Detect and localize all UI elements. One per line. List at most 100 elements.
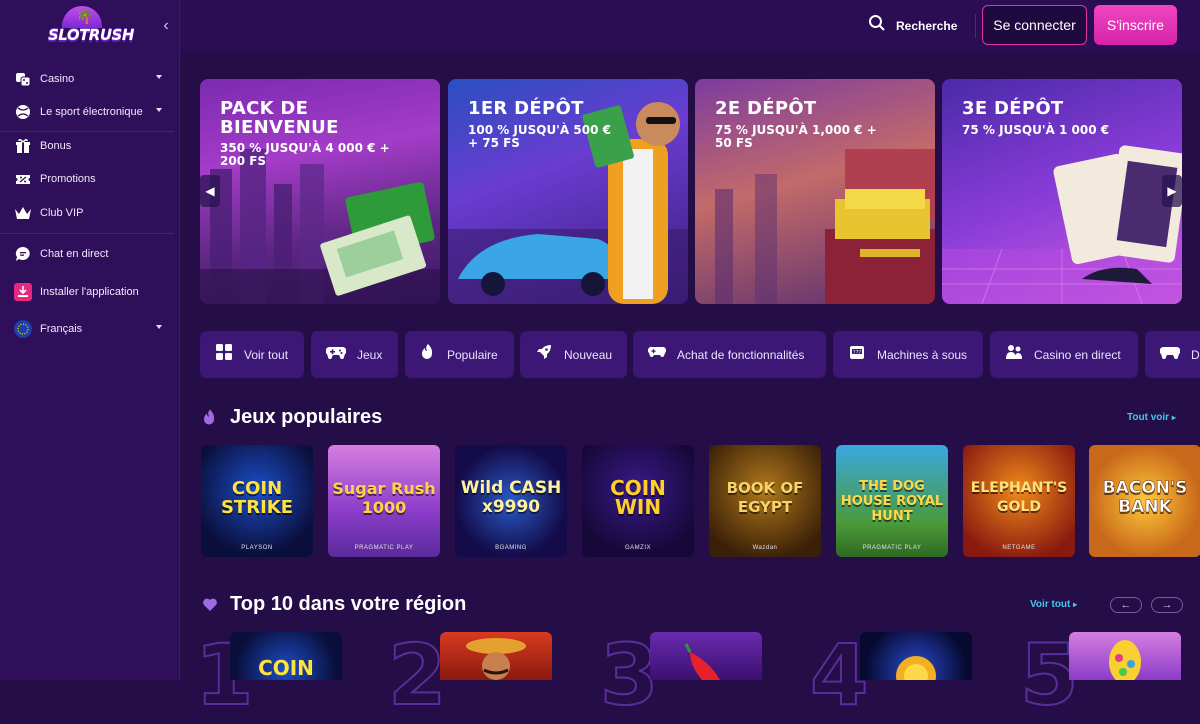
sidebar-item-club-vip[interactable]: Club VIP bbox=[0, 198, 180, 228]
banner-next-arrow[interactable]: ▶ bbox=[1162, 175, 1182, 207]
arrow-right-icon: → bbox=[1161, 599, 1173, 611]
category-label: Voir tout bbox=[244, 347, 289, 362]
promo-banner-second-deposit[interactable]: 2E DÉPÔT 75 % JUSQU'À 1,000 € + 50 FS bbox=[695, 79, 935, 304]
top10-next-button[interactable]: → bbox=[1151, 597, 1183, 613]
collapse-sidebar-button[interactable]: ‹ bbox=[158, 16, 174, 36]
top10-see-all-link[interactable]: Voir tout ▸ bbox=[1030, 599, 1077, 610]
category-label: Machines à sous bbox=[877, 347, 968, 362]
promo-banner-welcome[interactable]: PACK DE BIENVENUE 350 % JUSQU'À 4 000 € … bbox=[200, 79, 440, 304]
mariachi-art bbox=[466, 638, 526, 680]
game-tile[interactable]: BACON'S BANK bbox=[1089, 445, 1200, 557]
category-chip-games[interactable]: Jeux bbox=[311, 331, 398, 378]
svg-text:777: 777 bbox=[853, 349, 862, 355]
game-tile[interactable]: ELEPHANT'S GOLD NETGAME bbox=[963, 445, 1075, 557]
game-provider: PRAGMATIC PLAY bbox=[354, 545, 414, 551]
rank-number: 2 bbox=[387, 626, 447, 724]
category-label: Nouveau bbox=[564, 347, 613, 362]
game-tile[interactable]: COIN STRIKE PLAYSON bbox=[201, 445, 313, 557]
sidebar-item-live-chat[interactable]: Chat en direct bbox=[0, 239, 180, 269]
game-tile[interactable]: BOOK OF EGYPT Wazdan bbox=[709, 445, 821, 557]
chevron-right-icon: ▸ bbox=[1171, 413, 1176, 422]
game-tile[interactable]: Wild CASH x9990 BGAMING bbox=[455, 445, 567, 557]
rocket-icon bbox=[535, 343, 553, 366]
gamepad-icon bbox=[1159, 344, 1181, 365]
slotrush-logo[interactable]: 🌴 SLOTRUSH bbox=[48, 6, 134, 50]
sidebar-item-promotions[interactable]: Promotions bbox=[0, 164, 180, 194]
sidebar-item-install-app[interactable]: Installer l'application bbox=[0, 277, 180, 307]
game-tile[interactable]: COIN WIN GAMZIX bbox=[582, 445, 694, 557]
pepper-art bbox=[684, 643, 720, 680]
top10-prev-button[interactable]: ← bbox=[1110, 597, 1142, 613]
sidebar-item-label: Bonus bbox=[40, 140, 72, 152]
game-name: BACON'S BANK bbox=[1102, 478, 1188, 517]
game-provider: PLAYSON bbox=[241, 545, 273, 551]
banner-title: 2E DÉPÔT bbox=[715, 98, 817, 119]
category-label: Casino en direct bbox=[1034, 347, 1121, 362]
top10-game-tile[interactable] bbox=[1069, 632, 1181, 680]
sidebar-item-label: Promotions bbox=[40, 173, 96, 185]
sidebar-item-label: Le sport électronique bbox=[40, 106, 143, 118]
chevron-left-icon: ◀ bbox=[205, 184, 215, 198]
dice-icon bbox=[14, 70, 32, 88]
banner-subtitle: 75 % JUSQU'À 1,000 € + 50 FS bbox=[715, 123, 877, 150]
sidebar-item-label: Installer l'application bbox=[40, 286, 139, 298]
sidebar-item-language[interactable]: Français bbox=[0, 314, 180, 344]
see-all-label: Voir tout bbox=[1030, 599, 1071, 610]
chevron-right-icon: ▶ bbox=[1167, 184, 1177, 198]
category-chip-more[interactable]: D bbox=[1145, 331, 1200, 378]
eu-flag-icon bbox=[14, 320, 32, 338]
banner-subtitle: 75 % JUSQU'À 1 000 € bbox=[962, 123, 1110, 137]
promo-banner-third-deposit[interactable]: 3E DÉPÔT 75 % JUSQU'À 1 000 € bbox=[942, 79, 1182, 304]
slot-machine-icon: 777 bbox=[848, 343, 866, 366]
game-tile[interactable]: Sugar Rush 1000 PRAGMATIC PLAY bbox=[328, 445, 440, 557]
banner-prev-arrow[interactable]: ◀ bbox=[200, 175, 220, 207]
fruit-art bbox=[896, 656, 936, 680]
top10-game-tile[interactable] bbox=[650, 632, 762, 680]
category-chip-new[interactable]: Nouveau bbox=[520, 331, 627, 378]
ball-icon bbox=[14, 103, 32, 121]
game-name: BOOK OF EGYPT bbox=[726, 479, 804, 516]
category-label: D bbox=[1191, 347, 1200, 362]
game-provider: GAMZIX bbox=[624, 545, 651, 551]
game-tile[interactable]: THE DOG HOUSE ROYAL HUNT PRAGMATIC PLAY bbox=[836, 445, 948, 557]
divider bbox=[0, 233, 174, 234]
promo-banner-first-deposit[interactable]: 1ER DÉPÔT 100 % JUSQU'À 500 € + 75 FS bbox=[448, 79, 688, 304]
login-button[interactable]: Se connecter bbox=[982, 5, 1087, 45]
sidebar-item-label: Club VIP bbox=[40, 207, 84, 219]
heart-icon bbox=[202, 597, 218, 617]
controller-icon bbox=[647, 345, 667, 364]
grid-icon bbox=[215, 343, 233, 366]
sidebar-item-esport[interactable]: Le sport électronique bbox=[0, 97, 180, 127]
top10-game-tile[interactable] bbox=[440, 632, 552, 680]
category-chip-feature-buy[interactable]: Achat de fonctionnalités bbox=[633, 331, 826, 378]
top10-game-tile[interactable]: COIN bbox=[230, 632, 342, 680]
category-chip-all[interactable]: Voir tout bbox=[200, 331, 304, 378]
banner-title: 1ER DÉPÔT bbox=[468, 98, 584, 119]
game-provider: NETGAME bbox=[1002, 545, 1036, 551]
logo-text: SLOTRUSH bbox=[48, 26, 134, 44]
game-name: THE DOG HOUSE ROYAL HUNT bbox=[840, 479, 944, 524]
gift-icon bbox=[14, 137, 32, 155]
game-name: Wild CASH x9990 bbox=[460, 478, 562, 517]
sidebar-item-casino[interactable]: Casino bbox=[0, 64, 180, 94]
search-button[interactable]: Recherche bbox=[868, 14, 957, 37]
category-label: Achat de fonctionnalités bbox=[677, 347, 805, 362]
ticket-icon bbox=[14, 170, 32, 188]
search-icon bbox=[868, 14, 886, 37]
popular-see-all-link[interactable]: Tout voir ▸ bbox=[1127, 412, 1176, 423]
banner-title: PACK DE BIENVENUE bbox=[220, 98, 339, 138]
game-name: COIN WIN bbox=[610, 476, 666, 519]
category-chip-live-casino[interactable]: Casino en direct bbox=[990, 331, 1138, 378]
category-chip-slots[interactable]: 777 Machines à sous bbox=[833, 331, 983, 378]
category-chip-popular[interactable]: Populaire bbox=[405, 331, 514, 378]
sidebar-item-label: Français bbox=[40, 323, 83, 335]
game-provider: BGAMING bbox=[495, 545, 527, 551]
flame-icon bbox=[202, 408, 218, 432]
top10-game-tile[interactable] bbox=[860, 632, 972, 680]
flame-icon bbox=[420, 343, 436, 366]
candy-egg-art bbox=[1109, 640, 1141, 680]
signup-button[interactable]: S'inscrire bbox=[1094, 5, 1177, 45]
gamepad-icon bbox=[325, 344, 347, 365]
chat-icon bbox=[14, 245, 32, 263]
sidebar-item-bonus[interactable]: Bonus bbox=[0, 131, 180, 161]
